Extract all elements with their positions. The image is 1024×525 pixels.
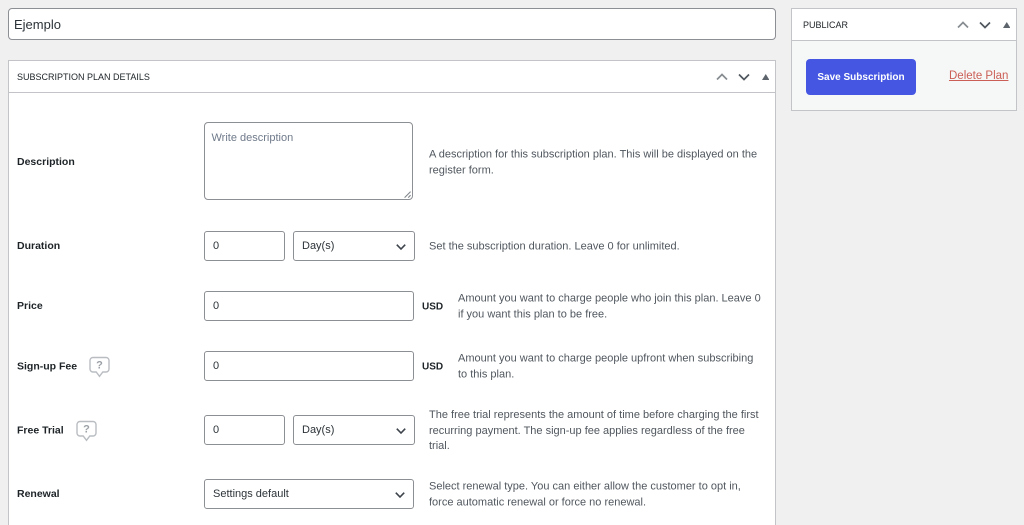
svg-text:?: ? <box>96 360 103 372</box>
svg-text:?: ? <box>83 424 90 436</box>
